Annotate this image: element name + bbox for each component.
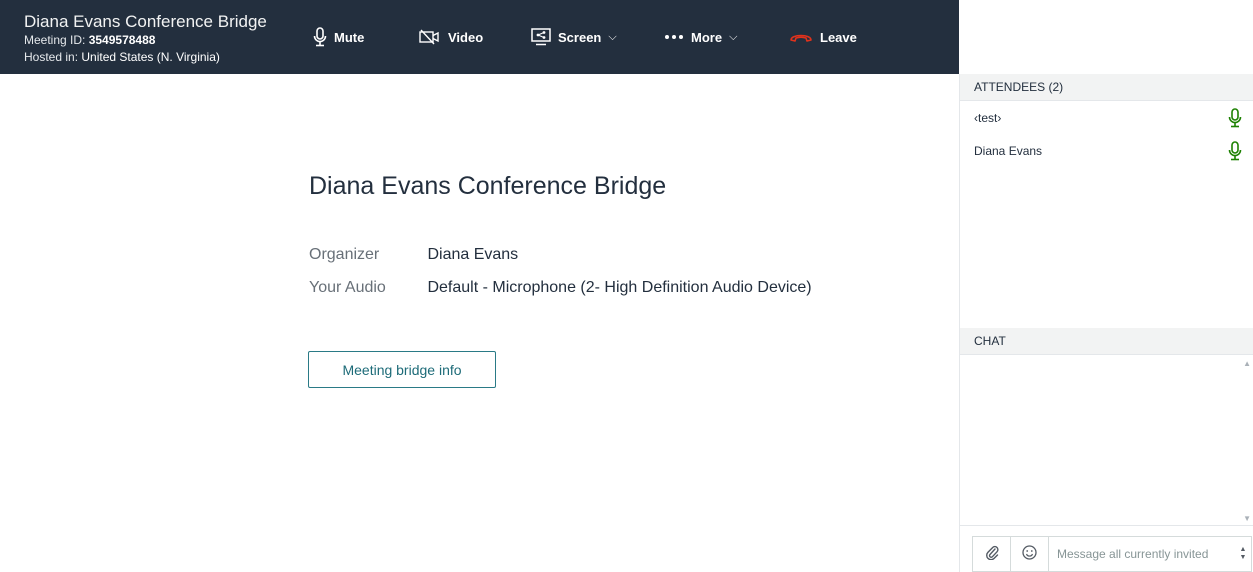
attendee-name: ‹test› <box>974 110 1002 125</box>
more-label: More <box>691 29 723 45</box>
input-spinner[interactable]: ▲ ▼ <box>1235 546 1251 562</box>
screen-share-icon <box>531 28 551 46</box>
meeting-id-label: Meeting ID: <box>24 33 86 47</box>
audio-label: Your Audio <box>309 279 386 296</box>
conference-title: Diana Evans Conference Bridge <box>309 172 667 200</box>
attendee-mic-icon[interactable] <box>1228 108 1242 131</box>
chat-input-row: ▲ ▼ <box>972 536 1252 572</box>
mute-button[interactable]: Mute <box>313 0 364 74</box>
more-button[interactable]: More ⌵ <box>664 0 737 74</box>
leave-label: Leave <box>820 29 857 45</box>
organizer-row: Organizer Diana Evans <box>309 246 518 264</box>
video-label: Video <box>448 29 484 45</box>
audio-row: Your Audio Default - Microphone (2- High… <box>309 279 812 297</box>
meeting-title: Diana Evans Conference Bridge <box>24 12 267 31</box>
scroll-up-icon[interactable]: ▲ <box>1243 359 1251 368</box>
mute-label: Mute <box>334 29 365 45</box>
attendee-mic-icon[interactable] <box>1228 141 1242 164</box>
meeting-toolbar: Diana Evans Conference Bridge Meeting ID… <box>0 0 959 74</box>
attendee-item[interactable]: Diana Evans <box>960 134 1253 167</box>
chevron-down-icon: ⌵ <box>608 30 617 43</box>
attendees-list: ‹test› Diana Evans <box>960 101 1253 328</box>
attendee-name: Diana Evans <box>974 143 1043 158</box>
scroll-down-icon[interactable]: ▼ <box>1243 514 1251 523</box>
paperclip-icon <box>985 544 999 564</box>
side-panel: ATTENDEES (2) ‹test› Diana Evans CHAT ▲ … <box>959 74 1253 572</box>
chat-header: CHAT <box>960 328 1253 355</box>
emoji-icon <box>1022 544 1037 564</box>
leave-button[interactable]: Leave <box>789 0 857 74</box>
chevron-down-icon: ⌵ <box>729 30 738 43</box>
video-off-icon <box>419 29 441 45</box>
phone-hangup-icon <box>789 31 813 43</box>
meeting-main-panel: Diana Evans Conference Bridge Organizer … <box>0 74 959 572</box>
screen-share-button[interactable]: Screen ⌵ <box>531 0 617 74</box>
organizer-label: Organizer <box>309 246 380 263</box>
video-button[interactable]: Video <box>419 0 483 74</box>
spinner-up-icon[interactable]: ▲ <box>1240 546 1247 554</box>
mic-icon <box>313 27 327 47</box>
hosted-label: Hosted in: <box>24 50 79 64</box>
attendee-item[interactable]: ‹test› <box>960 101 1253 134</box>
spinner-down-icon[interactable]: ▼ <box>1240 554 1247 562</box>
meeting-id-line: Meeting ID: 3549578488 <box>24 32 284 49</box>
emoji-button[interactable] <box>1011 537 1049 571</box>
hosted-value: United States (N. Virginia) <box>81 50 220 64</box>
audio-value: Default - Microphone (2- High Definition… <box>427 279 812 296</box>
meeting-bridge-info-button[interactable]: Meeting bridge info <box>308 351 496 388</box>
chat-messages-area[interactable]: ▲ ▼ <box>960 355 1253 526</box>
more-dots-icon <box>664 34 684 40</box>
chat-message-input[interactable] <box>1049 537 1235 571</box>
hosted-in-line: Hosted in: United States (N. Virginia) <box>24 49 284 66</box>
organizer-value: Diana Evans <box>427 246 519 263</box>
screen-label: Screen <box>558 29 602 45</box>
attendees-header: ATTENDEES (2) <box>960 74 1253 101</box>
meeting-id-value: 3549578488 <box>88 33 156 47</box>
meeting-info: Diana Evans Conference Bridge Meeting ID… <box>24 12 284 66</box>
attach-button[interactable] <box>973 537 1011 571</box>
